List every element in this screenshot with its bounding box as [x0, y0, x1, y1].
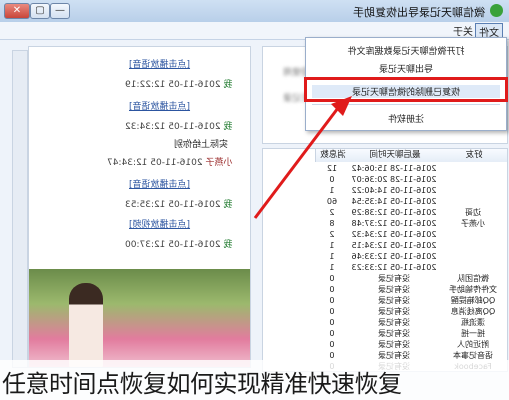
caption-text: 任意时间点恢复如何实现精准快速恢复	[2, 370, 402, 398]
annotation-arrow	[253, 96, 352, 219]
caption-banner: 任意时间点恢复如何实现精准快速恢复	[0, 360, 509, 400]
app-window: ✕ ▢ — 微信聊天记录导出恢复助手 文件 关于 [点击播放语音] 我 2016…	[0, 0, 509, 400]
